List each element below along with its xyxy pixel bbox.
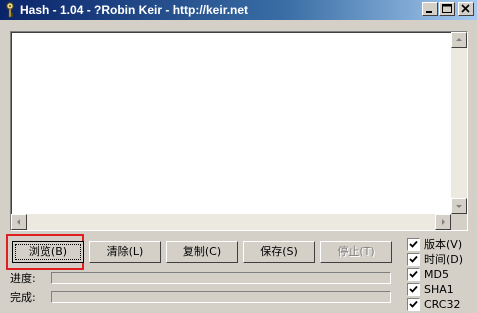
clear-button[interactable]: 清除(L) — [89, 241, 161, 263]
arrow-right-icon — [442, 219, 445, 225]
scroll-left-button[interactable] — [11, 214, 27, 230]
progress-label: 进度: — [10, 272, 36, 285]
option-label: MD5 — [424, 268, 449, 281]
maximize-button[interactable] — [439, 2, 455, 16]
option-label: 版本(V) — [424, 238, 463, 251]
scroll-right-button[interactable] — [435, 214, 451, 230]
checkmark-icon — [409, 300, 418, 308]
stop-button: 停止(T) — [320, 241, 392, 263]
key-icon — [3, 2, 17, 18]
arrow-up-icon — [456, 38, 462, 41]
checkmark-icon — [409, 255, 418, 263]
scrollbar-corner — [451, 214, 467, 230]
copy-button[interactable]: 复制(C) — [166, 241, 238, 263]
option-label: CRC32 — [424, 298, 461, 311]
horizontal-scrollbar[interactable] — [11, 214, 451, 230]
window-title: Hash - 1.04 - ?Robin Keir - http://keir.… — [20, 3, 249, 17]
maximize-icon — [442, 4, 452, 13]
checkbox-box[interactable] — [407, 283, 420, 296]
close-button[interactable] — [458, 2, 474, 16]
browse-button[interactable]: 浏览(B) — [12, 241, 84, 263]
hash-output-area[interactable] — [10, 31, 468, 231]
scroll-down-button[interactable] — [451, 198, 467, 214]
done-label: 完成: — [10, 291, 36, 304]
checkbox-box[interactable] — [407, 253, 420, 266]
checkbox-box[interactable] — [407, 298, 420, 311]
minimize-icon — [426, 11, 432, 13]
checkmark-icon — [409, 285, 418, 293]
vertical-scrollbar[interactable] — [451, 32, 467, 214]
done-bar — [51, 291, 391, 303]
arrow-down-icon — [456, 205, 462, 208]
option-label: SHA1 — [424, 283, 454, 296]
hash-window: Hash - 1.04 - ?Robin Keir - http://keir.… — [0, 0, 477, 313]
option-label: 时间(D) — [424, 253, 464, 266]
checkbox-box[interactable] — [407, 268, 420, 281]
checkmark-icon — [409, 270, 418, 278]
checkbox-box[interactable] — [407, 238, 420, 251]
arrow-left-icon — [17, 219, 20, 225]
minimize-button[interactable] — [422, 2, 438, 16]
output-text — [11, 32, 467, 230]
save-button[interactable]: 保存(S) — [243, 241, 315, 263]
checkmark-icon — [409, 240, 418, 248]
progress-bar — [51, 272, 391, 284]
scroll-up-button[interactable] — [451, 32, 467, 48]
title-bar[interactable]: Hash - 1.04 - ?Robin Keir - http://keir.… — [0, 0, 477, 20]
close-icon — [461, 4, 470, 13]
